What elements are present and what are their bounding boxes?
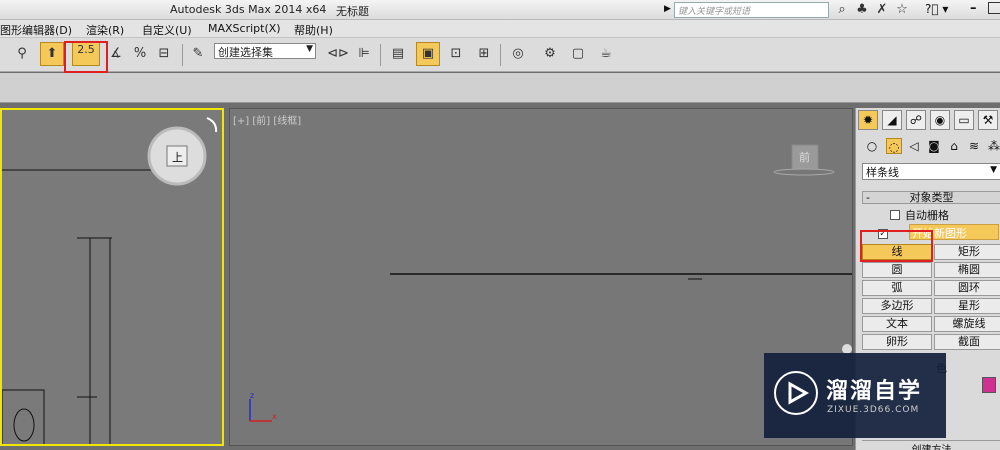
front-viewport-drawing (249, 144, 852, 422)
modify-tab-icon[interactable]: ◢ (882, 110, 902, 130)
rendered-frame-icon[interactable]: ▢ (566, 42, 590, 66)
shape-text-button[interactable]: 文本 (862, 316, 932, 332)
creation-method-rollout[interactable]: 创建方法 (862, 440, 1000, 450)
favorites-star-icon[interactable]: ☆ (894, 2, 910, 18)
title-bar: Autodesk 3ds Max 2014 x64 无标题 ▶ 键入关键字或短语… (0, 0, 1000, 20)
create-tab-icon[interactable]: ✹ (858, 110, 878, 130)
spinner-snap-icon[interactable]: ⊟ (152, 42, 176, 66)
shape-arc-button[interactable]: 弧 (862, 280, 932, 296)
auto-grid-label: 自动栅格 (905, 209, 949, 222)
schematic-view-icon[interactable]: ⊞ (472, 42, 496, 66)
geometry-icon[interactable]: ○ (864, 138, 880, 154)
shape-helix-button[interactable]: 螺旋线 (934, 316, 1000, 332)
menu-graph-editors[interactable]: 图形编辑器(D) (0, 22, 72, 38)
binoculars-icon[interactable]: ⌕ (834, 2, 850, 18)
shape-ngon-button[interactable]: 多边形 (862, 298, 932, 314)
hierarchy-tab-icon[interactable]: ☍ (906, 110, 926, 130)
spacewarps-icon[interactable]: ≋ (966, 138, 982, 154)
upload-icon[interactable]: ⬆ (40, 42, 64, 66)
checkbox-icon (890, 210, 900, 220)
viewcube-front-label[interactable]: 前 (799, 149, 810, 165)
render-setup-icon[interactable]: ⚙ (538, 42, 562, 66)
shape-category-dropdown[interactable]: 样条线 ▼ (862, 163, 1000, 180)
communication-icon[interactable]: ✗ (874, 2, 890, 18)
object-type-rollout[interactable]: - 对象类型 (862, 191, 1000, 204)
motion-tab-icon[interactable]: ◉ (930, 110, 950, 130)
shape-star-button[interactable]: 星形 (934, 298, 1000, 314)
watermark-name: 溜溜自学 (826, 379, 923, 404)
subscription-icon[interactable]: ♣ (854, 2, 870, 18)
minimize-button[interactable]: – (970, 1, 977, 16)
utilities-tab-icon[interactable]: ⚒ (978, 110, 998, 130)
watermark: 溜溜自学 ZIXUE.3D66.COM (764, 353, 946, 438)
menu-customize[interactable]: 自定义(U) (142, 22, 192, 38)
shape-rectangle-button[interactable]: 矩形 (934, 244, 1000, 260)
cameras-icon[interactable]: ◙ (926, 138, 942, 154)
mirror-icon[interactable]: ⊲⊳ (326, 42, 350, 66)
menu-bar: 图形编辑器(D) 渲染(R) 自定义(U) MAXScript(X) 帮助(H) (0, 20, 1000, 38)
snap-highlight-box (64, 41, 108, 73)
viewport-front[interactable]: [+] [前] [线框] 前 z x (229, 108, 853, 446)
shape-ellipse-button[interactable]: 椭圆 (934, 262, 1000, 278)
shape-section-button[interactable]: 截面 (934, 334, 1000, 350)
layer-manager-icon[interactable]: ▤ (386, 42, 410, 66)
shape-category-value: 样条线 (866, 166, 899, 179)
named-selection-value: 创建选择集 (218, 46, 273, 59)
hierarchy-icon[interactable]: ⚲ (10, 42, 34, 66)
material-editor-icon[interactable]: ◎ (506, 42, 530, 66)
viewport-top[interactable]: 上 (0, 108, 224, 446)
help-icon[interactable]: ?⃝ ▾ (925, 2, 948, 16)
percent-snap-icon[interactable]: % (128, 42, 152, 66)
top-viewport-drawing (2, 117, 218, 444)
document-title: 无标题 (336, 5, 369, 18)
shapes-icon[interactable]: ◌ (886, 138, 902, 154)
shape-donut-button[interactable]: 圆环 (934, 280, 1000, 296)
app-title: Autodesk 3ds Max 2014 x64 (170, 3, 327, 16)
ribbon-strip (0, 73, 1000, 103)
edit-named-selection-icon[interactable]: ✎ (186, 42, 210, 66)
line-highlight-box (860, 230, 933, 262)
object-color-swatch[interactable] (982, 377, 996, 393)
search-input[interactable]: 键入关键字或短语 (674, 2, 829, 18)
helpers-icon[interactable]: ⌂ (946, 138, 962, 154)
collapse-icon: - (866, 191, 870, 204)
shape-circle-button[interactable]: 圆 (862, 262, 932, 278)
lights-icon[interactable]: ◁ (906, 138, 922, 154)
menu-rendering[interactable]: 渲染(R) (86, 22, 124, 38)
render-teapot-icon[interactable]: ☕ (594, 42, 618, 66)
scene-explorer-icon[interactable]: ▣ (416, 42, 440, 66)
menu-help[interactable]: 帮助(H) (294, 22, 333, 38)
axis-x-label: x (272, 412, 277, 421)
restore-button[interactable] (988, 2, 1000, 14)
watermark-url: ZIXUE.3D66.COM (827, 405, 920, 415)
main-toolbar: ⚲ ⬆ 2.5 ∡ % ⊟ ✎ 创建选择集 ▼ ⊲⊳ ⊫ ▤ ▣ ⊡ ⊞ ◎ ⚙… (0, 38, 1000, 72)
display-tab-icon[interactable]: ▭ (954, 110, 974, 130)
play-logo-icon (774, 371, 818, 415)
auto-grid-checkbox[interactable]: 自动栅格 (890, 207, 949, 223)
chevron-down-icon: ▼ (306, 44, 313, 54)
systems-icon[interactable]: ⁂ (986, 138, 1000, 154)
named-selection-dropdown[interactable]: 创建选择集 ▼ (214, 43, 316, 59)
shape-egg-button[interactable]: 卵形 (862, 334, 932, 350)
align-icon[interactable]: ⊫ (352, 42, 376, 66)
object-type-title: 对象类型 (909, 191, 954, 204)
curve-editor-icon[interactable]: ⊡ (444, 42, 468, 66)
viewcube-top-label[interactable]: 上 (172, 149, 183, 165)
chevron-down-icon: ▼ (990, 165, 997, 175)
axis-z-label: z (250, 391, 255, 400)
menu-maxscript[interactable]: MAXScript(X) (208, 22, 281, 35)
search-expand-icon[interactable]: ▶ (664, 4, 671, 14)
